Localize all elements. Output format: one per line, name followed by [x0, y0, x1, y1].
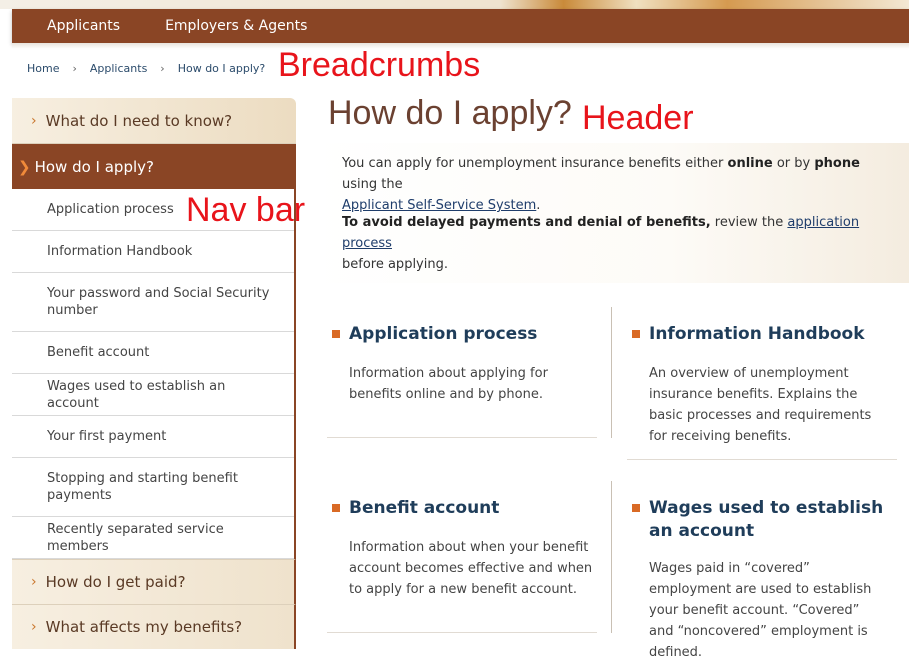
sidebar-item-label: How do I get paid? [45, 573, 186, 591]
divider [627, 459, 897, 460]
sidebar-subitem-label: Application process [47, 202, 174, 217]
card-wages-used[interactable]: Wages used to establish an account Wages… [632, 497, 887, 663]
sidebar-subitem-information-handbook[interactable]: Information Handbook [12, 231, 294, 273]
sidebar-subitem-label: Wages used to establish an account [47, 378, 226, 411]
sidebar-subnav: Application process Information Handbook… [12, 189, 296, 559]
sidebar-subitem-label: Benefit account [47, 345, 150, 360]
card-description: Wages paid in “covered” employment are u… [649, 561, 872, 660]
annotation-breadcrumbs: Breadcrumbs [278, 46, 481, 84]
breadcrumb-home[interactable]: Home [27, 62, 59, 75]
breadcrumb: Home › Applicants › How do I apply? [27, 62, 265, 75]
chevron-right-icon: › [31, 112, 37, 129]
bullet-square-icon [632, 504, 640, 512]
chevron-right-icon: › [72, 62, 77, 75]
card-title[interactable]: Benefit account [332, 497, 597, 520]
card-title[interactable]: Application process [332, 323, 597, 346]
sidebar-item-what-do-i-need-to-know[interactable]: › What do I need to know? [12, 98, 296, 144]
annotation-navbar: Nav bar [186, 191, 306, 229]
active-arrow-icon: ❯ [18, 157, 31, 176]
sidebar-subitem-label: Your first payment [47, 429, 167, 444]
top-navigation: Applicants Employers & Agents [12, 9, 909, 43]
card-application-process[interactable]: Application process Information about ap… [332, 323, 597, 405]
sidebar-subitem-password-ssn[interactable]: Your password and Social Security number [12, 273, 294, 332]
sidebar-subitem-stopping-starting[interactable]: Stopping and starting benefit payments [12, 458, 294, 517]
sidebar-item-label: How do I apply? [34, 157, 154, 176]
sidebar-subitem-label: Your password and Social Security number [47, 286, 270, 318]
chevron-right-icon: › [31, 619, 37, 635]
divider [327, 632, 597, 633]
sidebar-nav: › What do I need to know? ❯ How do I app… [12, 98, 296, 650]
card-description: Information about applying for benefits … [349, 366, 548, 402]
divider [611, 307, 612, 438]
sidebar-item-how-do-i-apply[interactable]: ❯ How do I apply? [12, 144, 296, 189]
sidebar-subitem-benefit-account[interactable]: Benefit account [12, 332, 294, 374]
sidebar-item-label: What affects my benefits? [45, 618, 243, 636]
card-information-handbook[interactable]: Information Handbook An overview of unem… [632, 323, 882, 447]
intro-paragraph-2: To avoid delayed payments and denial of … [342, 215, 860, 272]
sidebar-subitem-label: Recently separated service members [47, 521, 224, 554]
annotation-header: Header [582, 99, 694, 137]
divider [611, 481, 612, 633]
page-title: How do I apply? [328, 94, 572, 132]
breadcrumb-applicants[interactable]: Applicants [90, 62, 147, 75]
sidebar-subitem-wages[interactable]: Wages used to establish an account [12, 374, 294, 416]
intro-panel: You can apply for unemployment insurance… [313, 143, 909, 283]
sidebar-subitem-label: Stopping and starting benefit payments [47, 471, 238, 503]
nav-applicants[interactable]: Applicants [47, 18, 120, 34]
card-title[interactable]: Wages used to establish an account [632, 497, 887, 543]
divider [327, 437, 597, 438]
nav-employers-agents[interactable]: Employers & Agents [165, 18, 307, 34]
sidebar-item-what-affects-my-benefits[interactable]: › What affects my benefits? [12, 604, 296, 649]
card-description: Information about when your benefit acco… [349, 540, 593, 597]
intro-paragraph-1: You can apply for unemployment insurance… [342, 156, 860, 213]
card-description: An overview of unemployment insurance be… [649, 366, 872, 444]
bullet-square-icon [632, 330, 640, 338]
sidebar-subitem-first-payment[interactable]: Your first payment [12, 416, 294, 458]
breadcrumb-current: How do I apply? [177, 62, 266, 75]
sidebar-item-label: What do I need to know? [45, 111, 233, 130]
card-title[interactable]: Information Handbook [632, 323, 882, 346]
bullet-square-icon [332, 504, 340, 512]
chevron-right-icon: › [31, 574, 37, 590]
sidebar-item-how-do-i-get-paid[interactable]: › How do I get paid? [12, 559, 296, 604]
header-banner-image [0, 0, 909, 9]
self-service-link[interactable]: Applicant Self-Service System [342, 198, 536, 213]
sidebar-subitem-service-members[interactable]: Recently separated service members [12, 517, 294, 559]
card-benefit-account[interactable]: Benefit account Information about when y… [332, 497, 597, 600]
sidebar-subitem-label: Information Handbook [47, 244, 193, 259]
chevron-right-icon: › [160, 62, 165, 75]
bullet-square-icon [332, 330, 340, 338]
